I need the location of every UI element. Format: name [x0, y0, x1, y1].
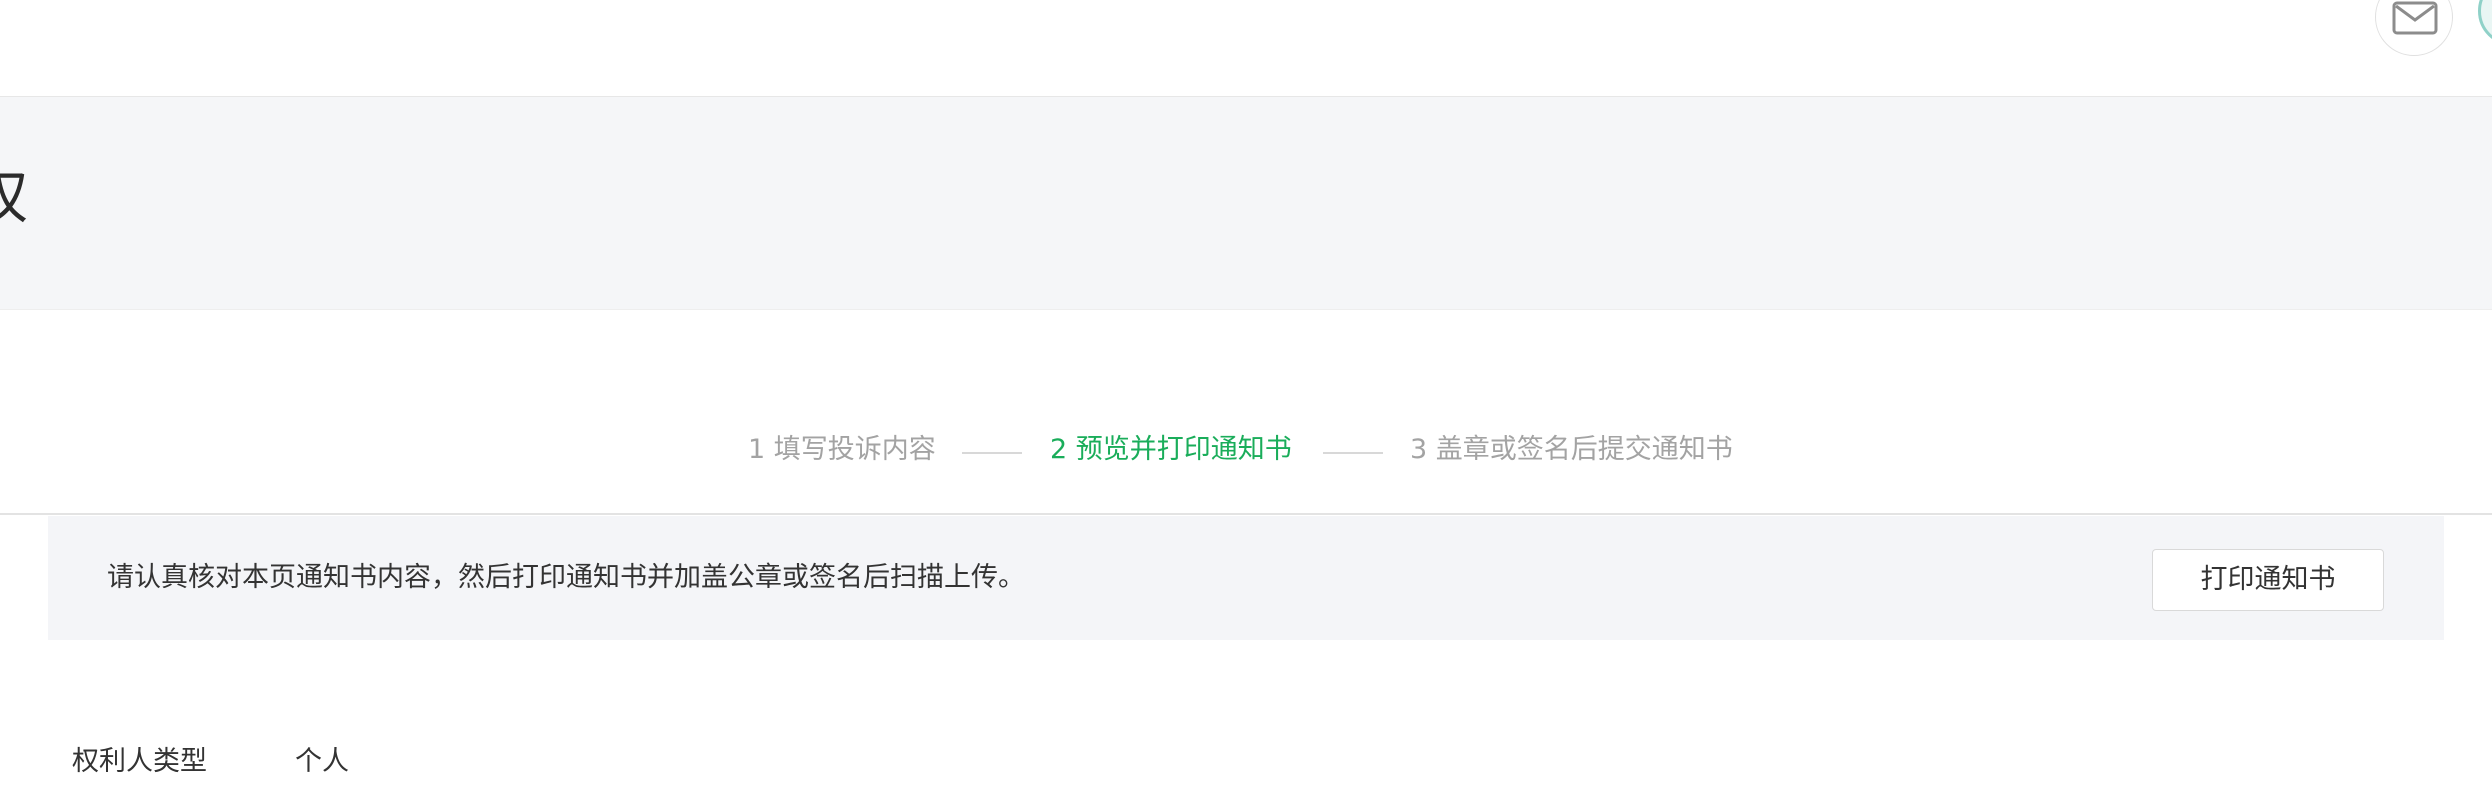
mail-icon — [2392, 1, 2438, 35]
page-title-band: 权 — [0, 97, 2492, 310]
page-title: 权 — [0, 157, 28, 237]
section-divider — [0, 513, 2492, 515]
step-fill-complaint: 1 填写投诉内容 — [748, 434, 936, 465]
avatar[interactable] — [2478, 0, 2492, 46]
rights-holder-type-label: 权利人类型 — [72, 746, 207, 777]
step-connector — [1323, 452, 1383, 454]
step-connector — [962, 452, 1022, 454]
step-preview-print: 2 预览并打印通知书 — [1050, 434, 1292, 465]
progress-steps: 1 填写投诉内容 2 预览并打印通知书 3 盖章或签名后提交通知书 — [0, 420, 2492, 480]
mail-button[interactable] — [2375, 0, 2453, 56]
rights-holder-type-row: 权利人类型 个人 — [0, 740, 2492, 790]
print-notice-button[interactable]: 打印通知书 — [2152, 549, 2384, 611]
notice-text: 请认真核对本页通知书内容，然后打印通知书并加盖公章或签名后扫描上传。 — [107, 562, 1025, 593]
notice-banner: 请认真核对本页通知书内容，然后打印通知书并加盖公章或签名后扫描上传。 打印通知书 — [48, 516, 2444, 640]
top-bar — [0, 0, 2492, 97]
rights-holder-type-value: 个人 — [295, 746, 349, 777]
step-sign-submit: 3 盖章或签名后提交通知书 — [1410, 434, 1733, 465]
